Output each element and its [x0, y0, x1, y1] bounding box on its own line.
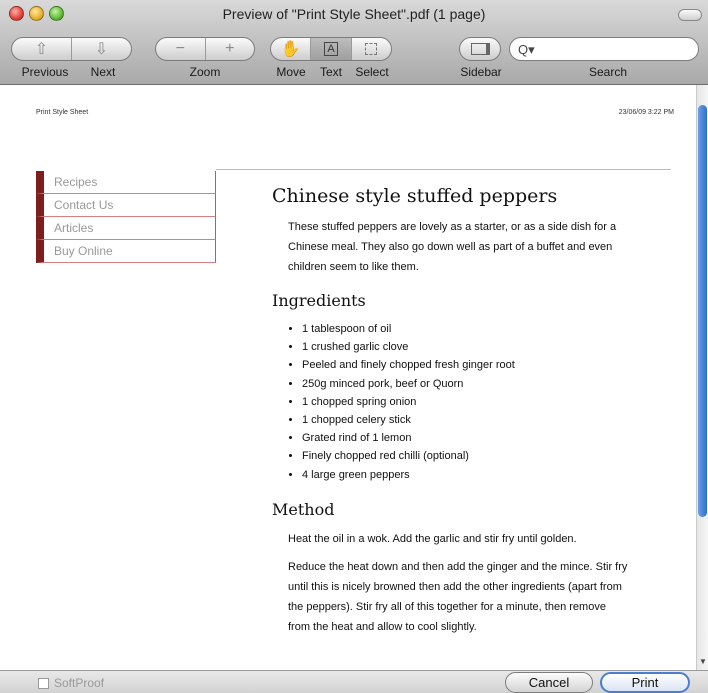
text-tool-button[interactable]: A [310, 38, 351, 60]
softproof-option[interactable]: SoftProof [38, 676, 104, 690]
zoom-out-button[interactable]: − [156, 38, 205, 60]
select-tool-button[interactable] [350, 38, 391, 60]
magnifier-icon: Q▾ [518, 42, 535, 57]
ingredients-heading: Ingredients [272, 291, 366, 310]
list-item: 1 chopped spring onion [302, 393, 672, 411]
down-arrow-icon: ⇩ [94, 41, 109, 58]
nav-item-buy-online: Buy Online [36, 240, 216, 263]
list-item: 1 chopped celery stick [302, 411, 672, 429]
nav-item-contact-us: Contact Us [36, 194, 216, 217]
search-input[interactable] [540, 41, 694, 57]
hand-icon: ✋ [280, 41, 301, 58]
minus-icon: − [175, 40, 185, 57]
search-field[interactable]: Q▾ [509, 37, 699, 61]
scroll-thumb[interactable] [698, 105, 707, 517]
softproof-label: SoftProof [54, 676, 105, 690]
list-item: Finely chopped red chilli (optional) [302, 447, 672, 465]
scroll-down-arrow-icon[interactable]: ▼ [699, 657, 707, 666]
method-step: Reduce the heat down and then add the gi… [288, 560, 628, 633]
text-cursor-icon: A [324, 42, 338, 56]
nav-item-articles: Articles [36, 217, 216, 240]
softproof-checkbox[interactable] [38, 677, 49, 689]
method-step: Heat the oil in a wok. Add the garlic an… [288, 532, 577, 545]
method-heading: Method [272, 499, 335, 519]
list-item: 1 crushed garlic clove [302, 338, 672, 356]
move-tool-button[interactable]: ✋ [271, 38, 310, 60]
page-side-nav: Recipes Contact Us Articles Buy Online [36, 171, 216, 263]
preview-window: Preview of "Print Style Sheet".pdf (1 pa… [0, 0, 708, 693]
list-item: Peeled and finely chopped fresh ginger r… [302, 356, 672, 374]
print-button[interactable]: Print [600, 672, 690, 693]
next-button[interactable]: ⇩ [71, 38, 131, 60]
zoom-in-button[interactable]: + [204, 38, 255, 60]
up-arrow-icon: ⇧ [34, 41, 49, 58]
list-item: 250g minced pork, beef or Quorn [302, 375, 672, 393]
next-label: Next [90, 65, 116, 79]
sidebar-button[interactable] [460, 38, 500, 60]
header-rule [216, 169, 671, 170]
article-title: Chinese style stuffed peppers [272, 185, 558, 207]
window-title: Preview of "Print Style Sheet".pdf (1 pa… [222, 6, 486, 22]
sidebar-group [459, 37, 501, 61]
nav-item-recipes: Recipes [36, 171, 216, 194]
select-label: Select [355, 65, 389, 79]
ingredients-list: 1 tablespoon of oil 1 crushed garlic clo… [272, 320, 672, 484]
print-dialog-footer: SoftProof Cancel Print [0, 670, 708, 693]
sidebar-label: Sidebar [460, 65, 502, 79]
move-label: Move [276, 65, 306, 79]
list-item: 1 tablespoon of oil [302, 320, 672, 338]
print-header-title: Print Style Sheet [36, 109, 89, 116]
list-item: 4 large green peppers [302, 466, 672, 484]
sidebar-icon [470, 43, 490, 55]
zoom-label: Zoom [189, 65, 221, 79]
cancel-button[interactable]: Cancel [505, 672, 593, 693]
plus-icon: + [225, 40, 235, 57]
prev-next-group: ⇧ ⇩ [11, 37, 132, 61]
titlebar: Preview of "Print Style Sheet".pdf (1 pa… [0, 0, 708, 85]
pdf-page-view[interactable]: Print Style Sheet 23/06/09 3:22 PM Recip… [0, 85, 696, 670]
search-label: Search [588, 65, 628, 79]
text-label: Text [319, 65, 342, 79]
vertical-scrollbar[interactable]: ▼ [696, 85, 708, 670]
list-item: Grated rind of 1 lemon [302, 429, 672, 447]
article: Chinese style stuffed peppers These stuf… [272, 185, 672, 643]
marquee-icon [365, 43, 378, 55]
previous-button[interactable]: ⇧ [12, 38, 71, 60]
print-header-date: 23/06/09 3:22 PM [618, 109, 674, 116]
previous-label: Previous [21, 65, 69, 79]
zoom-group: − + [155, 37, 255, 61]
toolbar-toggle-button[interactable] [678, 9, 702, 21]
article-intro: These stuffed peppers are lovely as a st… [288, 221, 617, 273]
tool-mode-group: ✋ A [270, 37, 392, 61]
